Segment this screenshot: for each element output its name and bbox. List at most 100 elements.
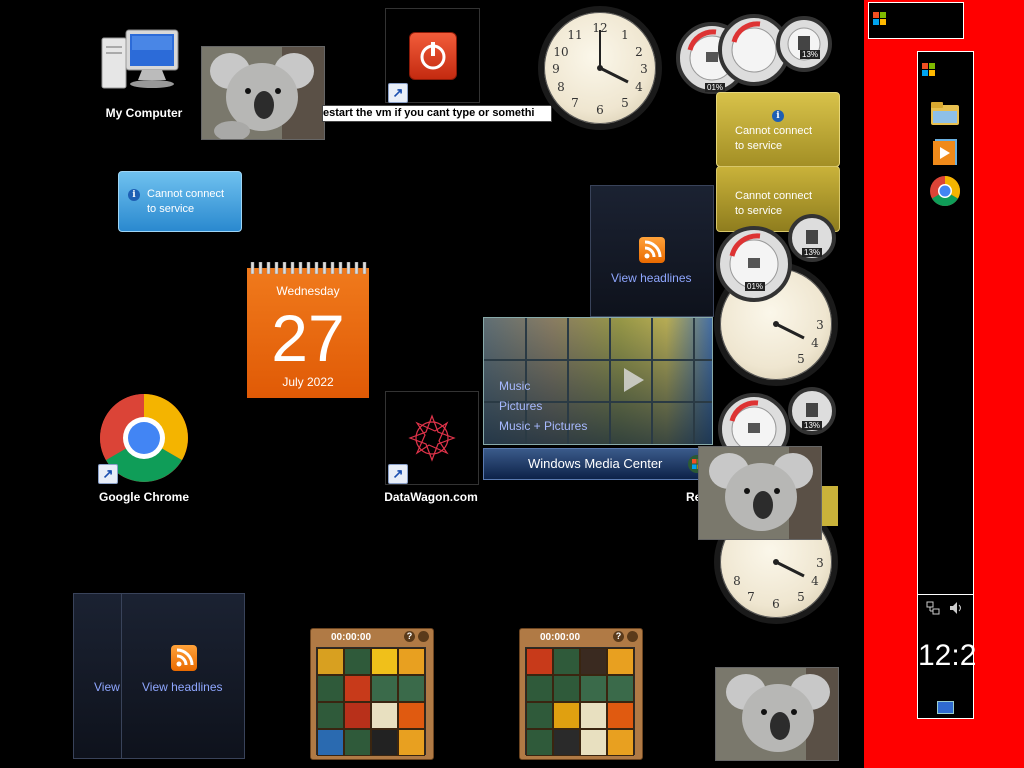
media-center-brand-bar[interactable]: Windows Media Center: [483, 448, 713, 480]
puzzle-toolbar: 00:00:00 ?: [524, 631, 638, 644]
calendar-gadget[interactable]: Wednesday 27 July 2022: [247, 262, 369, 398]
svg-text:4: 4: [811, 336, 819, 350]
chrome-icon: [930, 176, 961, 207]
sidebar-clock[interactable]: 12:2: [918, 639, 980, 673]
clock-face: 12 1234567891011: [552, 21, 648, 117]
svg-text:5: 5: [797, 590, 805, 604]
info-text-line2: to service: [735, 140, 783, 152]
svg-text:5: 5: [621, 96, 629, 110]
media-menu-music-pictures[interactable]: Music + Pictures: [499, 419, 587, 433]
media-tile-grid: Music Pictures Music + Pictures: [483, 317, 713, 445]
feed-headlines-gadget-front[interactable]: View headlines: [121, 593, 245, 759]
info-text-line1: Cannot connect: [147, 188, 225, 200]
svg-text:7: 7: [747, 590, 755, 604]
svg-text:5: 5: [797, 352, 805, 366]
info-icon: i: [772, 110, 784, 122]
picture-puzzle-gadget[interactable]: 00:00:00 ?: [310, 628, 434, 760]
shortcut-arrow-icon: ↗: [388, 83, 408, 103]
view-headlines-link[interactable]: View headlines: [611, 271, 692, 285]
svg-text:11: 11: [567, 28, 582, 42]
media-player-icon: [933, 139, 957, 165]
svg-text:8: 8: [733, 574, 741, 588]
network-icon[interactable]: [925, 600, 941, 616]
koala-photo: [699, 447, 821, 539]
datawagon-tile: ↗: [385, 391, 479, 485]
svg-text:7: 7: [571, 96, 579, 110]
svg-text:3: 3: [816, 556, 824, 570]
shuffle-icon[interactable]: [627, 631, 638, 642]
puzzle-toolbar: 00:00:00 ?: [315, 631, 429, 644]
rename-text: estart the vm if you cant type or someth…: [323, 107, 535, 119]
shortcut-arrow-icon: ↗: [98, 464, 118, 484]
slideshow-gadget-2[interactable]: [698, 446, 822, 540]
cpu-percent-label: 01%: [705, 83, 726, 92]
svg-text:10: 10: [553, 45, 568, 59]
puzzle-board[interactable]: [525, 647, 635, 756]
computer-icon: [101, 29, 179, 89]
view-headlines-link[interactable]: View headlines: [142, 680, 223, 694]
windows-logo-icon: [922, 63, 935, 76]
puzzle-timer: 00:00:00: [540, 632, 581, 643]
media-menu-pictures[interactable]: Pictures: [499, 399, 542, 413]
taskbar-explorer-button[interactable]: [929, 97, 961, 129]
shortcut-arrow-icon: ↗: [388, 464, 408, 484]
view-headlines-link[interactable]: View: [94, 680, 120, 694]
media-center-brand: Windows Media Center: [528, 456, 663, 471]
mem-percent-label: 13%: [802, 248, 823, 257]
volume-icon[interactable]: [948, 600, 964, 616]
info-text-line1: Cannot connect: [735, 190, 813, 202]
svg-text:9: 9: [552, 62, 560, 76]
calendar-day: 27: [271, 301, 345, 375]
info-text-line1: Cannot connect: [735, 125, 813, 137]
weather-gadget-gold-1[interactable]: i Cannot connect to service: [716, 92, 840, 167]
feed-headlines-gadget[interactable]: View headlines: [590, 185, 714, 317]
info-text-line2: to service: [147, 203, 195, 215]
sidebar: 12:2: [864, 0, 1024, 768]
mem-percent-label: 13%: [800, 50, 821, 59]
puzzle-board[interactable]: [316, 647, 426, 756]
svg-text:3: 3: [640, 62, 648, 76]
koala-photo: [202, 47, 324, 139]
sidebar-taskbar: 12:2: [917, 51, 976, 719]
puzzle-timer: 00:00:00: [331, 632, 372, 643]
calendar-month-year: July 2022: [282, 375, 334, 389]
my-computer-shortcut[interactable]: My Computer: [96, 24, 192, 124]
svg-text:3: 3: [816, 318, 824, 332]
media-center-gadget[interactable]: Music Pictures Music + Pictures Windows …: [483, 317, 713, 481]
windows-logo-icon: [873, 12, 886, 25]
shuffle-icon[interactable]: [418, 631, 429, 642]
picture-puzzle-gadget-2[interactable]: 00:00:00 ?: [519, 628, 643, 760]
shutdown-shortcut[interactable]: ↗: [385, 8, 480, 103]
rss-icon: [639, 237, 665, 263]
cpu-meter-gadget[interactable]: 01% 13%: [676, 10, 838, 102]
cpu-meter-gadget-2[interactable]: 01% 13%: [714, 212, 840, 304]
slideshow-gadget-3[interactable]: [715, 667, 839, 761]
help-icon[interactable]: ?: [613, 631, 624, 642]
clock-gadget[interactable]: 12 1 2 3 4 5 6 7 8 9 10 11: [538, 6, 662, 130]
power-icon: [409, 32, 457, 80]
rss-icon: [171, 645, 197, 671]
slideshow-gadget[interactable]: [201, 46, 325, 140]
calendar-rings: [250, 262, 367, 274]
svg-text:6: 6: [772, 597, 780, 611]
taskbar-media-player-button[interactable]: [929, 136, 961, 168]
svg-text:1: 1: [621, 28, 629, 42]
sidebar-start-button[interactable]: [918, 52, 973, 88]
help-icon[interactable]: ?: [404, 631, 415, 642]
svg-text:4: 4: [635, 80, 643, 94]
info-icon: i: [128, 189, 140, 201]
sidebar-start-box[interactable]: [868, 2, 964, 39]
taskbar-chrome-button[interactable]: [929, 175, 961, 207]
svg-text:2: 2: [635, 45, 643, 59]
google-chrome-shortcut[interactable]: ↗ Google Chrome: [96, 394, 192, 504]
rename-textbox[interactable]: estart the vm if you cant type or someth…: [322, 105, 552, 122]
show-desktop-button[interactable]: [937, 701, 954, 714]
svg-text:4: 4: [811, 574, 819, 588]
mem-percent-label: 13%: [802, 421, 823, 430]
desktop[interactable]: My Computer ↗ estart the vm if you cant …: [0, 0, 864, 768]
media-menu-music[interactable]: Music: [499, 379, 530, 393]
datawagon-shortcut[interactable]: ↗ DataWagon.com: [384, 391, 479, 505]
datawagon-label: DataWagon.com: [384, 490, 478, 504]
weather-gadget[interactable]: i Cannot connect to service: [118, 171, 242, 232]
cpu-percent-label: 01%: [745, 282, 766, 291]
